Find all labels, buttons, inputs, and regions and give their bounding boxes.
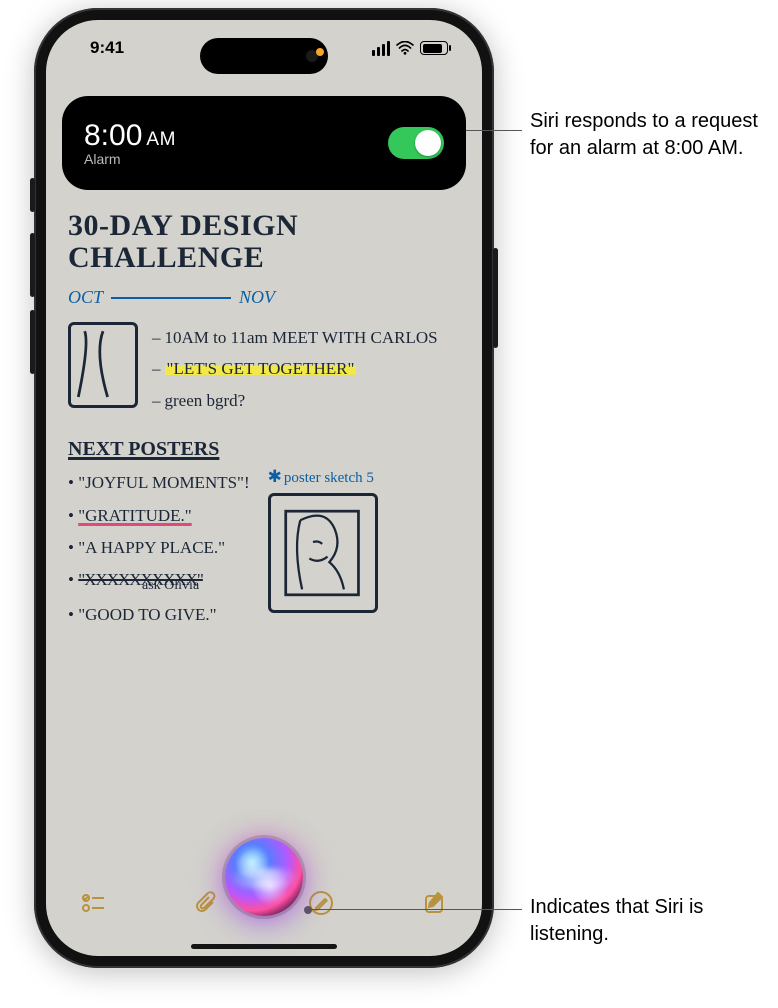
checklist-button[interactable] (78, 888, 108, 918)
home-indicator[interactable] (191, 944, 337, 949)
siri-orb-icon[interactable] (225, 838, 303, 916)
screen: 9:41 8:00 AM Alarm (46, 20, 482, 956)
note-bullets: –10AM to 11am MEET WITH CARLOS –"LET'S G… (152, 322, 438, 416)
mute-switch (30, 178, 35, 212)
note-title: 30-DAY DESIGN CHALLENGE (68, 210, 460, 273)
callout-leader-line (310, 909, 522, 910)
callout-bottom: Indicates that Siri is listening. (530, 894, 770, 948)
note-title-line2: CHALLENGE (68, 242, 460, 274)
note-bullet-2: –"LET'S GET TOGETHER" (152, 353, 438, 384)
notes-content[interactable]: 30-DAY DESIGN CHALLENGE OCT NOV –10AM to… (68, 210, 460, 846)
microphone-indicator-dot (316, 48, 324, 56)
poster-item-5: • "GOOD TO GIVE." (68, 599, 250, 631)
battery-icon (420, 41, 448, 55)
compose-button[interactable] (420, 888, 450, 918)
attach-button[interactable] (192, 888, 222, 918)
alarm-time-ampm: AM (146, 129, 176, 151)
poster-item-1: • "JOYFUL MOMENTS"! (68, 467, 250, 499)
volume-down-button (30, 310, 35, 374)
poster-item-3: • "A HAPPY PLACE." (68, 532, 250, 564)
poster-list: • "JOYFUL MOMENTS"! • "GRATITUDE." • "A … (68, 467, 250, 631)
markup-button[interactable] (306, 888, 336, 918)
star-icon: ✱ (268, 467, 282, 486)
alarm-label: Alarm (84, 151, 176, 167)
wifi-icon (396, 41, 414, 55)
timeline-end: NOV (239, 287, 275, 308)
timeline-start: OCT (68, 287, 103, 308)
side-button (493, 248, 498, 348)
sketch-box-2 (268, 493, 378, 613)
cellular-icon (372, 41, 390, 56)
note-bullet-1: –10AM to 11am MEET WITH CARLOS (152, 322, 438, 353)
alarm-time: 8:00 AM (84, 119, 176, 153)
alarm-toggle[interactable] (388, 127, 444, 159)
note-timeline: OCT NOV (68, 287, 460, 308)
poster-item-2: • "GRATITUDE." (68, 500, 250, 532)
iphone-frame: 9:41 8:00 AM Alarm (34, 8, 494, 968)
note-ask-olivia: ask Olivia (142, 573, 250, 600)
callout-top: Siri responds to a request for an alarm … (530, 108, 770, 162)
siri-alarm-banner[interactable]: 8:00 AM Alarm (62, 96, 466, 190)
note-title-line1: 30-DAY DESIGN (68, 210, 460, 242)
timeline-line-icon (111, 297, 231, 299)
sketch-label: ✱poster sketch 5 (268, 467, 398, 487)
status-time: 9:41 (76, 38, 124, 58)
sketch-box-1 (68, 322, 138, 408)
dynamic-island (200, 38, 328, 74)
volume-up-button (30, 233, 35, 297)
note-bullet-3: –green bgrd? (152, 385, 438, 416)
alarm-time-value: 8:00 (84, 119, 142, 153)
next-posters-heading: NEXT POSTERS (68, 438, 460, 461)
